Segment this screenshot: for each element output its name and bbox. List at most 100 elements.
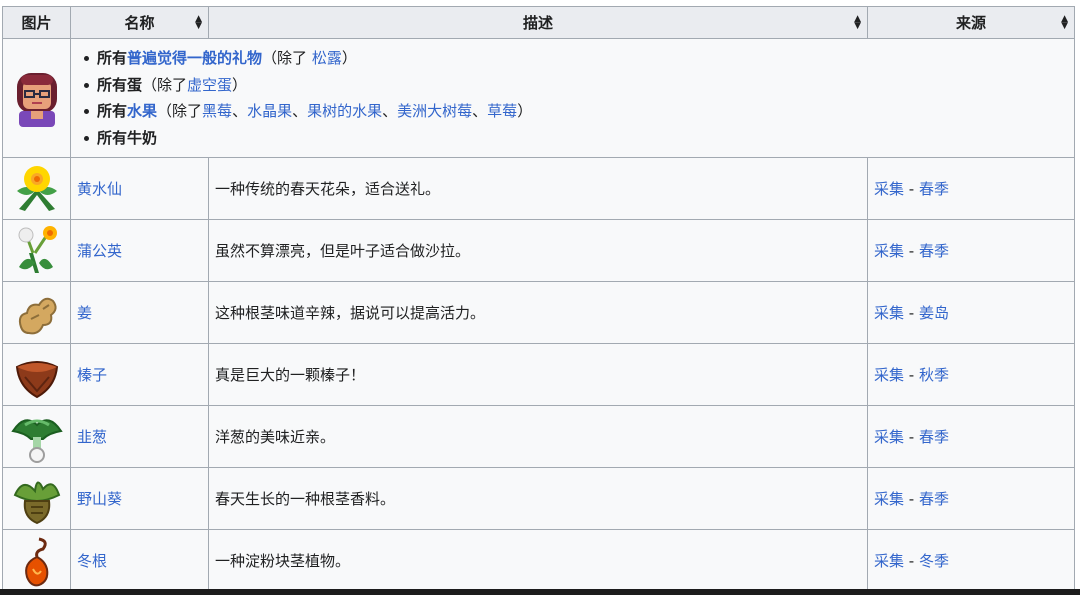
source-separator: - [904, 304, 919, 322]
item-description: 虽然不算漂亮，但是叶子适合做沙拉。 [215, 242, 471, 260]
source-foraging-link[interactable]: 采集 [874, 180, 904, 198]
intro-row: 所有普遍觉得一般的礼物（除了 松露） 所有蛋（除了虚空蛋） 所有水果（除了黑莓、… [2, 38, 1075, 158]
void-egg-link[interactable]: 虚空蛋 [187, 76, 232, 94]
strawberry-link[interactable]: 草莓 [487, 102, 517, 120]
crystal-fruit-link[interactable]: 水晶果 [247, 102, 292, 120]
item-source-cell: 采集 - 春季 [867, 219, 1075, 282]
item-name-link[interactable]: 野山葵 [77, 490, 122, 508]
item-description: 一种淀粉块茎植物。 [215, 552, 351, 570]
source-separator: - [904, 366, 919, 384]
sort-icon[interactable]: ▲ ▼ [854, 14, 861, 30]
intro-cell: 所有普遍觉得一般的礼物（除了 松露） 所有蛋（除了虚空蛋） 所有水果（除了黑莓、… [70, 38, 1075, 158]
source-season-link[interactable]: 春季 [919, 428, 949, 446]
source-separator: - [904, 180, 919, 198]
list-item: 所有牛奶 [84, 125, 1068, 152]
item-name-cell: 蒲公英 [70, 219, 209, 282]
blackberry-link[interactable]: 黑莓 [202, 102, 232, 120]
source-season-link[interactable]: 春季 [919, 242, 949, 260]
item-name-cell: 榛子 [70, 343, 209, 406]
item-image-cell [2, 467, 71, 530]
item-name-link[interactable]: 黄水仙 [77, 180, 122, 198]
item-name-cell: 姜 [70, 281, 209, 344]
source-foraging-link[interactable]: 采集 [874, 242, 904, 260]
header-name[interactable]: 名称 ▲ ▼ [70, 6, 209, 39]
item-image-cell [2, 281, 71, 344]
item-image-cell [2, 157, 71, 220]
source-foraging-link[interactable]: 采集 [874, 304, 904, 322]
truffle-link[interactable]: 松露 [312, 49, 342, 67]
daffodil-icon[interactable] [9, 161, 64, 217]
item-name-cell: 黄水仙 [70, 157, 209, 220]
tree-fruit-link[interactable]: 果树的水果 [307, 102, 382, 120]
item-name-cell: 野山葵 [70, 467, 209, 530]
table-row: 韭葱 洋葱的美味近亲。 采集 - 春季 [2, 405, 1075, 468]
item-source-cell: 采集 - 冬季 [867, 529, 1075, 592]
header-image: 图片 [2, 6, 71, 39]
sort-icon[interactable]: ▲ ▼ [195, 14, 202, 30]
item-description: 真是巨大的一颗榛子！ [215, 366, 366, 384]
item-description: 这种根茎味道辛辣，据说可以提高活力。 [215, 304, 486, 322]
list-item: 所有水果（除了黑莓、水晶果、果树的水果、美洲大树莓、草莓） [84, 98, 1068, 125]
item-name-link[interactable]: 韭葱 [77, 428, 107, 446]
ginger-icon[interactable] [9, 285, 64, 341]
item-description-cell: 春天生长的一种根茎香料。 [208, 467, 868, 530]
item-description-cell: 这种根茎味道辛辣，据说可以提高活力。 [208, 281, 868, 344]
fruit-link[interactable]: 水果 [127, 102, 157, 120]
table-row: 榛子 真是巨大的一颗榛子！ 采集 - 秋季 [2, 343, 1075, 406]
item-name-cell: 冬根 [70, 529, 209, 592]
source-season-link[interactable]: 冬季 [919, 552, 949, 570]
header-description[interactable]: 描述 ▲ ▼ [208, 6, 868, 39]
source-season-link[interactable]: 春季 [919, 490, 949, 508]
character-portrait-icon [17, 73, 57, 127]
source-separator: - [904, 242, 919, 260]
item-image-cell [2, 529, 71, 592]
item-description-cell: 一种淀粉块茎植物。 [208, 529, 868, 592]
source-foraging-link[interactable]: 采集 [874, 366, 904, 384]
list-item: 所有普遍觉得一般的礼物（除了 松露） [84, 45, 1068, 72]
source-separator: - [904, 428, 919, 446]
page: 图片 名称 ▲ ▼ 描述 ▲ ▼ 来源 ▲ ▼ 所有普遍觉得一般的礼物（除了 松… [0, 0, 1080, 595]
winter-root-icon[interactable] [9, 533, 64, 589]
gift-table: 图片 名称 ▲ ▼ 描述 ▲ ▼ 来源 ▲ ▼ 所有普遍觉得一般的礼物（除了 松… [2, 6, 1075, 592]
character-portrait-cell [2, 38, 71, 158]
bottom-bar [0, 589, 1080, 595]
item-image-cell [2, 405, 71, 468]
item-name-link[interactable]: 蒲公英 [77, 242, 122, 260]
source-foraging-link[interactable]: 采集 [874, 428, 904, 446]
item-source-cell: 采集 - 春季 [867, 157, 1075, 220]
source-season-link[interactable]: 春季 [919, 180, 949, 198]
source-foraging-link[interactable]: 采集 [874, 552, 904, 570]
source-separator: - [904, 490, 919, 508]
list-item: 所有蛋（除了虚空蛋） [84, 72, 1068, 99]
item-description: 春天生长的一种根茎香料。 [215, 490, 396, 508]
hazelnut-icon[interactable] [9, 347, 64, 403]
source-season-link[interactable]: 姜岛 [919, 304, 949, 322]
item-source-cell: 采集 - 春季 [867, 405, 1075, 468]
item-description-cell: 真是巨大的一颗榛子！ [208, 343, 868, 406]
gift-list: 所有普遍觉得一般的礼物（除了 松露） 所有蛋（除了虚空蛋） 所有水果（除了黑莓、… [77, 45, 1068, 151]
table-row: 姜 这种根茎味道辛辣，据说可以提高活力。 采集 - 姜岛 [2, 281, 1075, 344]
item-name-link[interactable]: 姜 [77, 304, 92, 322]
dandelion-icon[interactable] [9, 223, 64, 279]
sort-icon[interactable]: ▲ ▼ [1061, 14, 1068, 30]
leek-icon[interactable] [9, 409, 64, 465]
table-row: 蒲公英 虽然不算漂亮，但是叶子适合做沙拉。 采集 - 春季 [2, 219, 1075, 282]
item-description-cell: 一种传统的春天花朵，适合送礼。 [208, 157, 868, 220]
item-source-cell: 采集 - 秋季 [867, 343, 1075, 406]
table-row: 野山葵 春天生长的一种根茎香料。 采集 - 春季 [2, 467, 1075, 530]
item-image-cell [2, 343, 71, 406]
item-source-cell: 采集 - 春季 [867, 467, 1075, 530]
source-season-link[interactable]: 秋季 [919, 366, 949, 384]
item-description: 一种传统的春天花朵，适合送礼。 [215, 180, 441, 198]
item-description: 洋葱的美味近亲。 [215, 428, 336, 446]
item-image-cell [2, 219, 71, 282]
universal-neutral-link[interactable]: 普遍觉得一般的礼物 [127, 49, 262, 67]
table-row: 冬根 一种淀粉块茎植物。 采集 - 冬季 [2, 529, 1075, 592]
salmonberry-link[interactable]: 美洲大树莓 [397, 102, 472, 120]
table-header-row: 图片 名称 ▲ ▼ 描述 ▲ ▼ 来源 ▲ ▼ [2, 6, 1075, 39]
item-name-link[interactable]: 榛子 [77, 366, 107, 384]
header-source[interactable]: 来源 ▲ ▼ [867, 6, 1075, 39]
source-foraging-link[interactable]: 采集 [874, 490, 904, 508]
item-name-link[interactable]: 冬根 [77, 552, 107, 570]
wild-horseradish-icon[interactable] [9, 471, 64, 527]
